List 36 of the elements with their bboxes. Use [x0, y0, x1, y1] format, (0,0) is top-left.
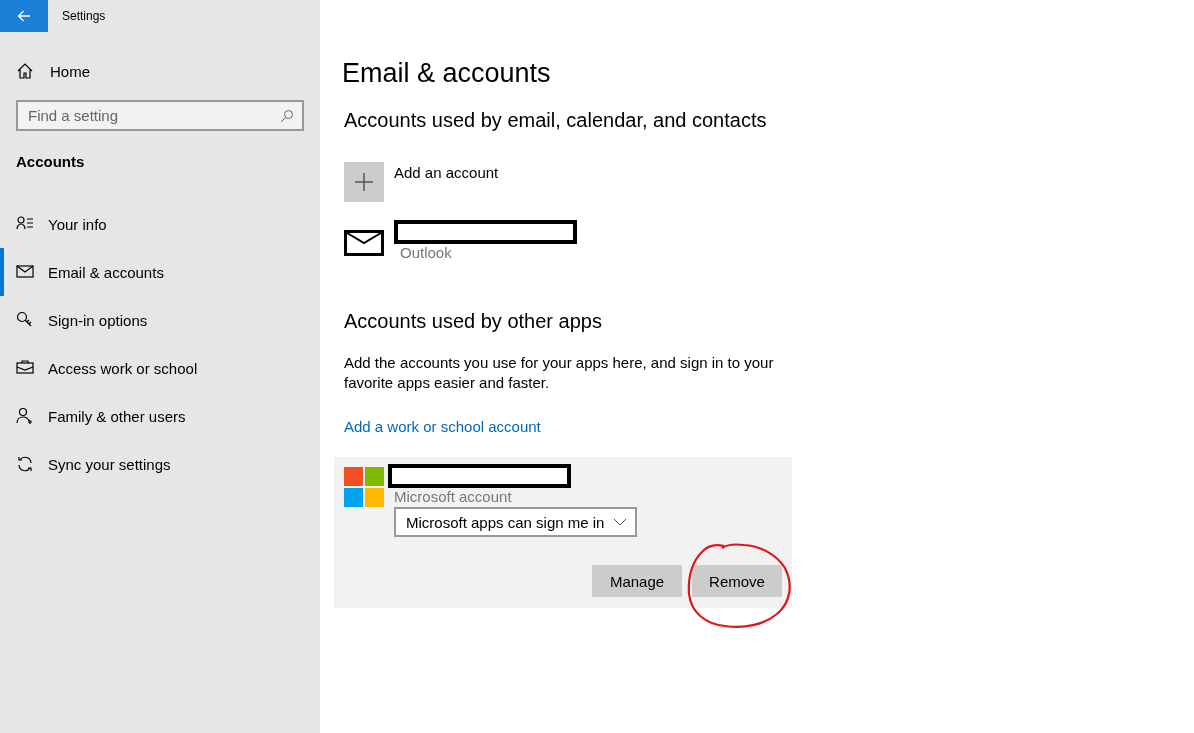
- section-heading: Accounts used by email, calendar, and contacts: [344, 109, 768, 132]
- nav-item[interactable]: Family & other users: [0, 392, 320, 440]
- briefcase-icon: [16, 359, 34, 377]
- nav-item[interactable]: Your info: [0, 200, 320, 248]
- back-arrow-icon: [17, 10, 31, 22]
- house-icon: [16, 62, 34, 80]
- add-account-tile[interactable]: [344, 162, 384, 202]
- nav-item[interactable]: Sync your settings: [0, 440, 320, 488]
- nav-item[interactable]: Access work or school: [0, 344, 320, 392]
- key-icon: [16, 311, 34, 329]
- nav-item[interactable]: Sign-in options: [0, 296, 320, 344]
- home-link[interactable]: Home: [16, 58, 90, 84]
- section-description: Add the accounts you use for your apps here, and sign in to your favorite apps easier and faster.: [344, 353, 775, 393]
- search-field[interactable]: Find a setting: [16, 100, 304, 131]
- search-icon: [280, 109, 294, 123]
- chevron-down-icon: [613, 518, 627, 526]
- account-card[interactable]: Microsoft account Microsoft apps can sign me in Manage Remove: [334, 457, 792, 608]
- account-action-button[interactable]: Manage: [592, 565, 682, 597]
- back-button[interactable]: [0, 0, 48, 32]
- page-title: Email & accounts: [342, 58, 552, 89]
- person-add-icon: [16, 407, 34, 425]
- plus-icon: [355, 173, 373, 191]
- section-heading: Accounts: [16, 153, 86, 170]
- window-title: Settings: [62, 9, 106, 23]
- add-work-account-link[interactable]: Add a work or school account: [344, 418, 541, 435]
- four-squares-logo-icon: [344, 467, 384, 507]
- account-action-button[interactable]: Remove: [692, 565, 782, 597]
- section-heading: Accounts used by other apps: [344, 310, 603, 333]
- sync-icon: [16, 455, 34, 473]
- account-provider: Outlook: [400, 244, 453, 261]
- add-account-link[interactable]: Add an account: [394, 164, 499, 181]
- envelope-icon: [344, 230, 384, 256]
- sign-in-dropdown[interactable]: Microsoft apps can sign me in: [394, 507, 637, 537]
- nav-item[interactable]: Email & accounts: [0, 248, 320, 296]
- mail-icon: [16, 263, 34, 281]
- account-type: Microsoft account: [394, 488, 513, 505]
